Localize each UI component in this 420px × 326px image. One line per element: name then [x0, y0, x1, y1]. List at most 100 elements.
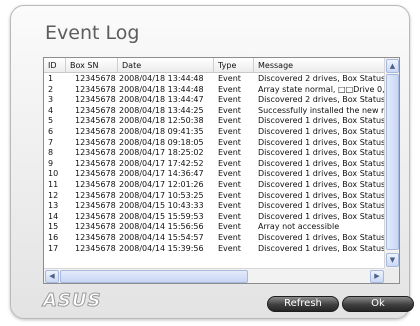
cell-type: Event	[218, 169, 241, 179]
cell-message: Discovered 1 drives, Box Status Norr	[258, 232, 385, 242]
table-row[interactable]: 8 12345678 2008/04/17 18:25:02 Event Discove…	[44, 148, 385, 159]
cell-box-sn: 12345678	[75, 116, 116, 126]
cell-date: 2008/04/15 15:59:53	[119, 211, 204, 221]
arrow-down-icon[interactable]: ▼	[386, 253, 399, 267]
cell-date: 2008/04/14 15:56:56	[119, 222, 204, 232]
vertical-scrollbar[interactable]: ▲ ▼	[384, 58, 399, 269]
cell-message: Discovered 2 drives, Box Status Norr	[258, 74, 385, 83]
arrow-right-icon[interactable]: ▶	[370, 270, 384, 283]
cell-id: 17	[48, 243, 59, 253]
horizontal-scrollbar[interactable]: ◀ ▶	[44, 268, 385, 283]
table-row[interactable]: 12 12345678 2008/04/17 10:53:25 Event Discov…	[44, 191, 385, 202]
table-row[interactable]: 5 12345678 2008/04/18 12:50:38 Event Discove…	[44, 116, 385, 127]
cell-id: 10	[48, 169, 59, 179]
cell-type: Event	[218, 137, 241, 147]
cell-box-sn: 12345678	[75, 148, 116, 158]
cell-box-sn: 12345678	[75, 137, 116, 147]
cell-box-sn: 12345678	[75, 105, 116, 115]
cell-message: Discovered 1 drives, Box Status Norr	[258, 116, 385, 126]
table-row[interactable]: 3 12345678 2008/04/18 13:44:47 Event Discove…	[44, 95, 385, 106]
cell-type: Event	[218, 190, 241, 200]
cell-message: Array state normal, □□Drive 0, Driv	[258, 84, 385, 94]
dialog-title: Event Log	[45, 22, 140, 44]
table-row[interactable]: 11 12345678 2008/04/17 12:01:26 Event Discov…	[44, 180, 385, 191]
cell-message: Discovered 1 drives, Box Status Norr	[258, 158, 385, 168]
cell-box-sn: 12345678	[75, 232, 116, 242]
scrollbar-corner	[384, 268, 399, 283]
cell-id: 14	[48, 211, 59, 221]
cell-type: Event	[218, 105, 241, 115]
cell-type: Event	[218, 126, 241, 136]
cell-type: Event	[218, 74, 241, 83]
vertical-scroll-thumb[interactable]	[386, 74, 399, 250]
cell-type: Event	[218, 158, 241, 168]
cell-id: 13	[48, 201, 59, 211]
table-row[interactable]: 13 12345678 2008/04/15 10:43:33 Event Discov…	[44, 201, 385, 212]
cell-id: 7	[48, 137, 54, 147]
ok-button[interactable]: Ok	[342, 296, 414, 312]
cell-box-sn: 12345678	[75, 126, 116, 136]
cell-date: 2008/04/17 17:42:52	[119, 158, 204, 168]
cell-box-sn: 12345678	[75, 84, 116, 94]
column-header-date[interactable]: Date	[118, 58, 214, 73]
table-row[interactable]: 2 12345678 2008/04/18 13:44:48 Event Array s…	[44, 85, 385, 96]
asus-logo: ASUS	[42, 290, 102, 311]
cell-type: Event	[218, 84, 241, 94]
cell-box-sn: 12345678	[75, 201, 116, 211]
cell-box-sn: 12345678	[75, 95, 116, 105]
event-log-dialog: Event Log ID Box SN Date Type Message 11…	[10, 5, 414, 319]
table-row[interactable]: 1 12345678 2008/04/18 13:44:48 Event Discove…	[44, 74, 385, 85]
cell-date: 2008/04/18 12:50:38	[119, 116, 204, 126]
table-body: 1 12345678 2008/04/18 13:44:48 Event Discove…	[44, 74, 385, 268]
cell-message: Discovered 1 drives, Box Status Norr	[258, 243, 385, 253]
cell-id: 2	[48, 84, 54, 94]
cell-message: Discovered 1 drives, Box Status Norr	[258, 137, 385, 147]
cell-message: Discovered 1 drives, Box Status Norr	[258, 126, 385, 136]
cell-date: 2008/04/17 10:53:25	[119, 190, 204, 200]
arrow-left-icon[interactable]: ◀	[45, 270, 59, 283]
cell-id: 8	[48, 148, 54, 158]
cell-id: 16	[48, 232, 59, 242]
cell-box-sn: 12345678	[75, 190, 116, 200]
column-header-message[interactable]: Message	[254, 58, 385, 73]
column-header-type[interactable]: Type	[214, 58, 254, 73]
cell-message: Discovered 1 drives, Box Status Norr	[258, 169, 385, 179]
cell-id: 15	[48, 222, 59, 232]
cell-date: 2008/04/18 13:44:48	[119, 84, 204, 94]
cell-date: 2008/04/18 09:41:35	[119, 126, 204, 136]
table-row[interactable]: 10 12345678 2008/04/17 14:36:47 Event Discov…	[44, 169, 385, 180]
cell-date: 2008/04/17 18:25:02	[119, 148, 204, 158]
table-row[interactable]: 14 12345678 2008/04/15 15:59:53 Event Discov…	[44, 212, 385, 223]
cell-box-sn: 12345678	[75, 158, 116, 168]
table-row[interactable]: 16 12345678 2008/04/14 15:54:57 Event Discov…	[44, 233, 385, 244]
refresh-button[interactable]: Refresh	[267, 296, 339, 312]
cell-id: 11	[48, 179, 59, 189]
table-row[interactable]: 9 12345678 2008/04/17 17:42:52 Event Discove…	[44, 159, 385, 170]
horizontal-scroll-thumb[interactable]	[60, 270, 248, 283]
table-row[interactable]: 15 12345678 2008/04/14 15:56:56 Event Array …	[44, 222, 385, 233]
table-row[interactable]: 6 12345678 2008/04/18 09:41:35 Event Discove…	[44, 127, 385, 138]
cell-box-sn: 12345678	[75, 222, 116, 232]
cell-type: Event	[218, 211, 241, 221]
cell-message: Discovered 1 drives, Box Status Norr	[258, 190, 385, 200]
table-row[interactable]: 17 12345678 2008/04/14 15:39:56 Event Discov…	[44, 244, 385, 255]
table-row[interactable]: 4 12345678 2008/04/18 13:44:25 Event Success…	[44, 106, 385, 117]
cell-type: Event	[218, 95, 241, 105]
table-row[interactable]: 7 12345678 2008/04/18 09:18:05 Event Discove…	[44, 138, 385, 149]
column-header-box-sn[interactable]: Box SN	[66, 58, 118, 73]
cell-message: Discovered 1 drives, Box Status Norr	[258, 201, 385, 211]
cell-message: Discovered 1 drives, Box Status Norr	[258, 179, 385, 189]
cell-date: 2008/04/14 15:39:56	[119, 243, 204, 253]
cell-date: 2008/04/18 13:44:47	[119, 95, 204, 105]
cell-type: Event	[218, 243, 241, 253]
column-header-id[interactable]: ID	[44, 58, 66, 73]
cell-date: 2008/04/18 09:18:05	[119, 137, 204, 147]
event-table: ID Box SN Date Type Message 1 12345678 200…	[43, 57, 400, 284]
cell-id: 6	[48, 126, 54, 136]
cell-id: 4	[48, 105, 54, 115]
cell-box-sn: 12345678	[75, 243, 116, 253]
cell-box-sn: 12345678	[75, 211, 116, 221]
arrow-up-icon[interactable]: ▲	[386, 59, 399, 73]
cell-id: 1	[48, 74, 54, 83]
cell-message: Discovered 1 drives, Box Status Norr	[258, 211, 385, 221]
